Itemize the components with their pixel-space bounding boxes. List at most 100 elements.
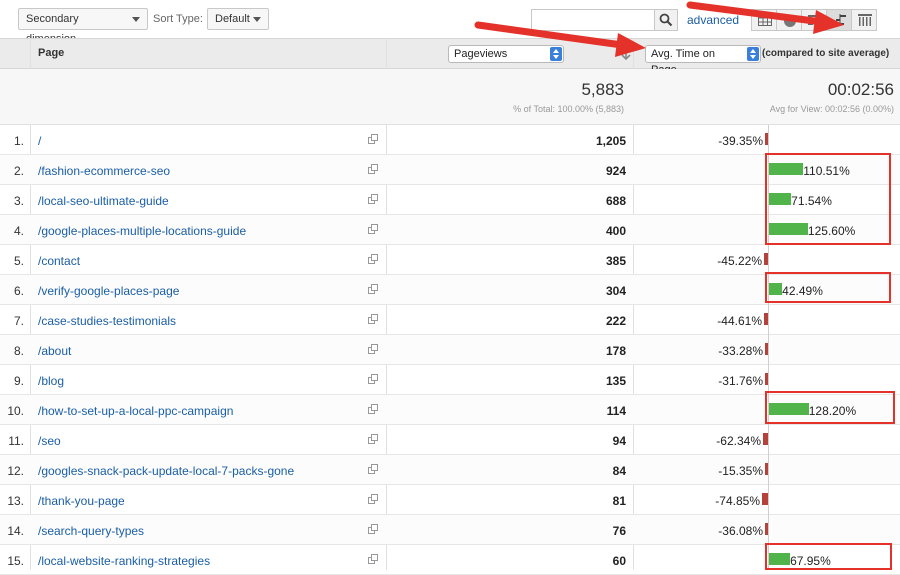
compare-metric-select[interactable]: Avg. Time on Page [645, 45, 761, 76]
comparison-percent: -74.85% [715, 494, 760, 508]
pageviews-value: 94 [612, 434, 626, 448]
avg-time-total: 00:02:56 [827, 80, 894, 99]
row-number: 7. [13, 314, 24, 328]
pageviews-value: 1,205 [595, 134, 626, 148]
page-link[interactable]: /thank-you-page [38, 494, 125, 508]
annotation-highlight-box [765, 391, 895, 424]
external-link-icon[interactable] [368, 284, 378, 294]
external-link-icon[interactable] [368, 374, 378, 384]
annotation-highlight-box [765, 543, 892, 570]
pie-view-button[interactable] [776, 9, 802, 31]
page-link[interactable]: /local-website-ranking-strategies [38, 554, 210, 568]
page-link[interactable]: /google-places-multiple-locations-guide [38, 224, 246, 238]
external-link-icon[interactable] [368, 434, 378, 444]
table-row: 11. /seo 94 -62.34% [0, 425, 900, 455]
pageviews-value: 400 [605, 224, 626, 238]
page-link[interactable]: /seo [38, 434, 61, 448]
page-link[interactable]: / [38, 134, 41, 148]
external-link-icon[interactable] [368, 314, 378, 324]
pageviews-value: 924 [605, 164, 626, 178]
comparison-percent: -45.22% [717, 254, 762, 268]
pageviews-value: 222 [605, 314, 626, 328]
table-header: Page Pageviews Avg. Time on Page (compar… [0, 38, 900, 76]
table-row: 14. /search-query-types 76 -36.08% [0, 515, 900, 545]
compare-description: (compared to site average) [762, 48, 890, 59]
page-link[interactable]: /contact [38, 254, 80, 268]
page-link[interactable]: /search-query-types [38, 524, 144, 538]
row-number: 1. [13, 134, 24, 148]
table-row: 7. /case-studies-testimonials 222 -44.61% [0, 305, 900, 335]
table-row: 8. /about 178 -33.28% [0, 335, 900, 365]
annotation-highlight-box [765, 272, 891, 303]
search-button[interactable] [654, 9, 678, 31]
external-link-icon[interactable] [368, 404, 378, 414]
external-link-icon[interactable] [368, 464, 378, 474]
row-number: 4. [13, 224, 24, 238]
pageviews-value: 135 [605, 374, 626, 388]
page-link[interactable]: /about [38, 344, 71, 358]
comparison-view-icon [836, 14, 846, 26]
row-number: 13. [7, 494, 24, 508]
chevron-down-icon [132, 17, 140, 22]
row-number: 14. [7, 524, 24, 538]
external-link-icon[interactable] [368, 554, 378, 564]
comparison-percent: -33.28% [718, 344, 763, 358]
report-toolbar: Secondary dimension Sort Type: Default a… [0, 0, 900, 45]
primary-metric-select[interactable]: Pageviews [448, 45, 564, 63]
page-link[interactable]: /verify-google-places-page [38, 284, 179, 298]
secondary-dimension-dropdown[interactable]: Secondary dimension [18, 8, 148, 45]
table-search-input[interactable] [531, 9, 655, 31]
sort-type-dropdown[interactable]: Default [207, 8, 269, 30]
avg-time-view-average: Avg for View: 00:02:56 (0.00%) [769, 104, 894, 114]
page-link[interactable]: /fashion-ecommerce-seo [38, 164, 170, 178]
pageviews-value: 76 [612, 524, 626, 538]
external-link-icon[interactable] [368, 344, 378, 354]
page-link[interactable]: /googles-snack-pack-update-local-7-packs… [38, 464, 294, 478]
external-link-icon[interactable] [368, 224, 378, 234]
pageviews-value: 114 [606, 404, 626, 418]
pivot-view-button[interactable] [851, 9, 877, 31]
table-row: 13. /thank-you-page 81 -74.85% [0, 485, 900, 515]
page-link[interactable]: /blog [38, 374, 64, 388]
comparison-percent: -31.76% [718, 374, 763, 388]
external-link-icon[interactable] [368, 524, 378, 534]
external-link-icon[interactable] [368, 164, 378, 174]
comparison-percent: -44.61% [717, 314, 762, 328]
pie-view-icon [784, 15, 796, 27]
table-row: 5. /contact 385 -45.22% [0, 245, 900, 275]
page-column-header[interactable]: Page [38, 47, 64, 59]
page-link[interactable]: /local-seo-ultimate-guide [38, 194, 169, 208]
pageviews-total-percent: % of Total: 100.00% (5,883) [513, 104, 624, 114]
advanced-filter-link[interactable]: advanced [687, 13, 739, 27]
page-link[interactable]: /how-to-set-up-a-local-ppc-campaign [38, 404, 233, 418]
external-link-icon[interactable] [368, 134, 378, 144]
performance-view-icon [808, 15, 820, 25]
table-view-icon [758, 14, 772, 26]
sort-arrow-icon[interactable] [619, 47, 633, 61]
external-link-icon[interactable] [368, 194, 378, 204]
row-number: 12. [7, 464, 24, 478]
performance-view-button[interactable] [801, 9, 827, 31]
pageviews-value: 304 [605, 284, 626, 298]
row-number: 11. [8, 434, 24, 448]
pageviews-value: 178 [605, 344, 626, 358]
comparison-percent: -15.35% [718, 464, 763, 478]
row-number: 10. [7, 404, 24, 418]
table-row: 12. /googles-snack-pack-update-local-7-pa… [0, 455, 900, 485]
table-row: 1. / 1,205 -39.35% [0, 125, 900, 155]
select-arrows-icon [550, 47, 562, 61]
pageviews-value: 385 [605, 254, 626, 268]
comparison-view-button[interactable] [826, 9, 852, 31]
table-view-button[interactable] [751, 9, 777, 31]
pageviews-value: 84 [612, 464, 626, 478]
pageviews-value: 81 [612, 494, 626, 508]
search-icon [659, 13, 673, 27]
primary-metric-value: Pageviews [454, 48, 508, 60]
page-link[interactable]: /case-studies-testimonials [38, 314, 176, 328]
row-number: 3. [13, 194, 24, 208]
chevron-down-icon [253, 17, 261, 22]
external-link-icon[interactable] [368, 494, 378, 504]
external-link-icon[interactable] [368, 254, 378, 264]
comparison-percent: -36.08% [718, 524, 763, 538]
comparison-percent: -39.35% [718, 134, 763, 148]
